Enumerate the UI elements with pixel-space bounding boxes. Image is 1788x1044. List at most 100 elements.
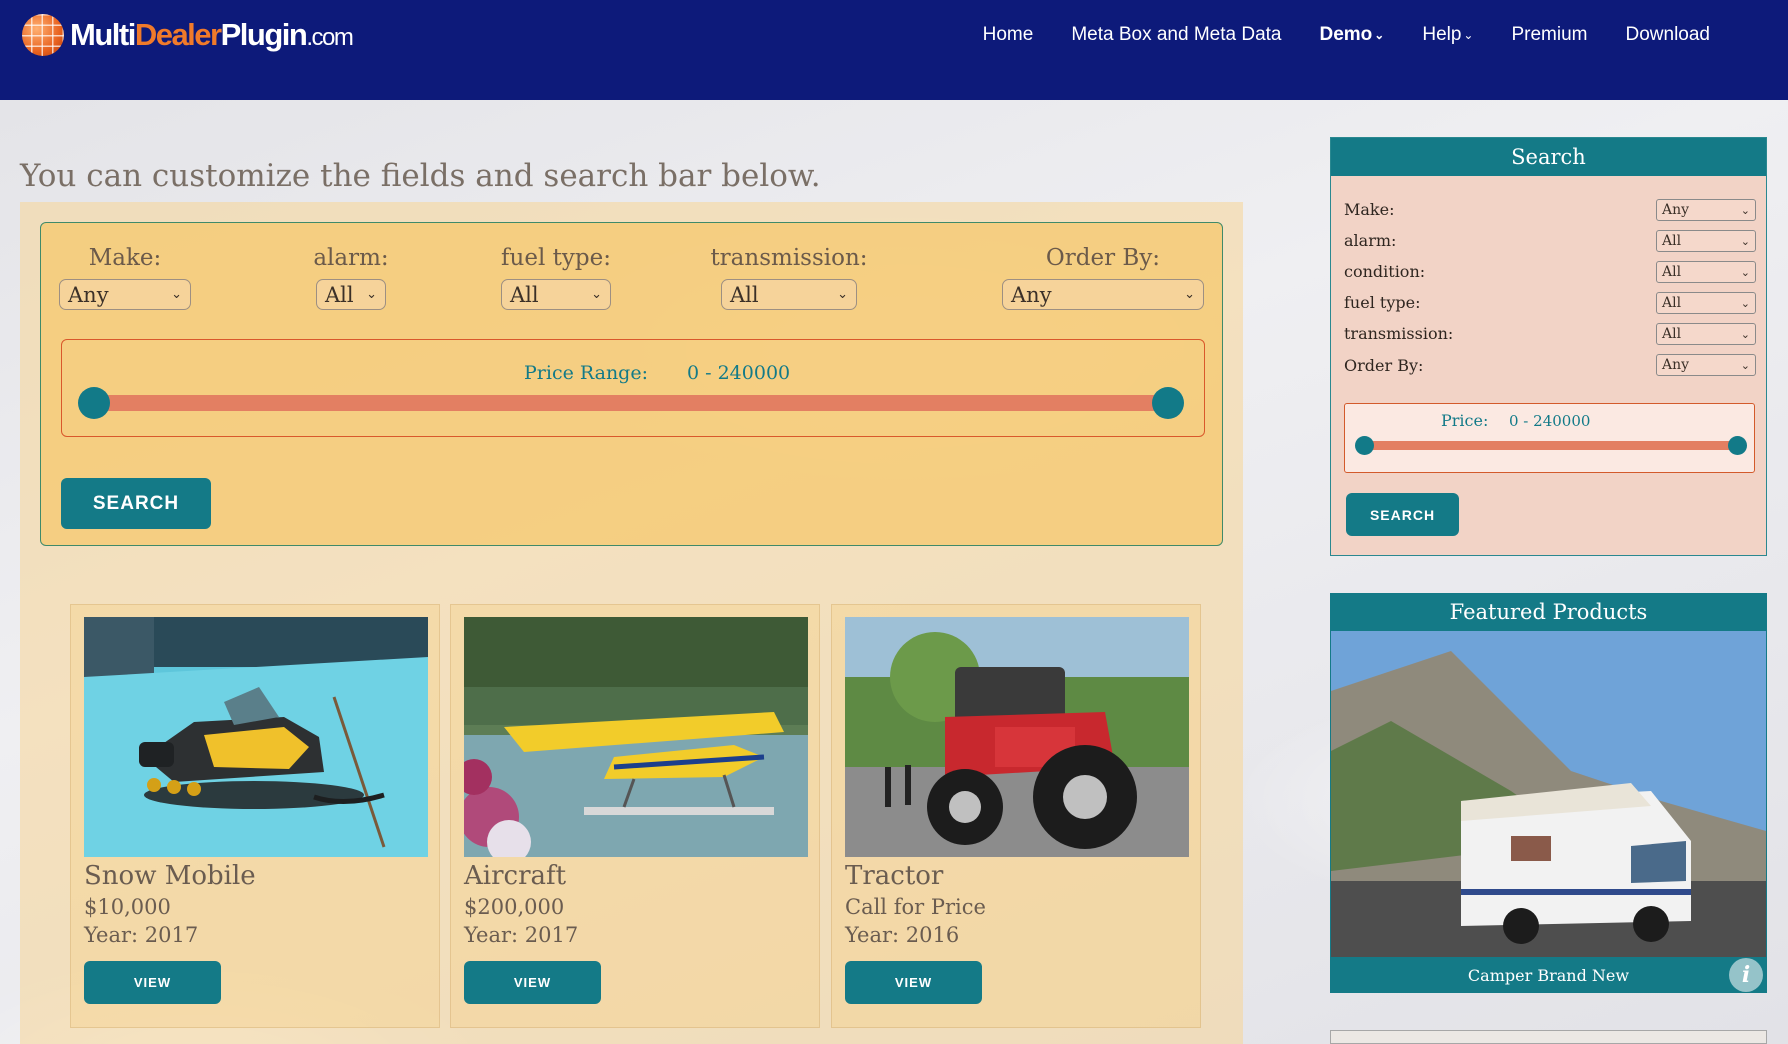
tractor-image[interactable] <box>845 617 1189 857</box>
transmission-select[interactable]: All ⌄ <box>721 279 857 310</box>
price-range-label: Price Range: <box>524 362 648 384</box>
sidebar-transmission-value: All <box>1662 326 1682 342</box>
sidebar-price-slider[interactable] <box>1355 436 1747 455</box>
product-price: $10,000 <box>84 895 171 919</box>
order-by-select-value: Any <box>1011 282 1052 307</box>
sidebar-order-by-select[interactable]: Any ⌄ <box>1656 354 1756 376</box>
sidebar-price-max-handle[interactable] <box>1728 436 1747 455</box>
sidebar-alarm-select[interactable]: All ⌄ <box>1656 230 1756 252</box>
site-logo[interactable]: MultiDealerPlugin.com <box>22 14 354 56</box>
page-intro: You can customize the fields and search … <box>20 158 821 194</box>
sidebar-order-by-value: Any <box>1662 357 1690 373</box>
order-by-field: Order By: Any ⌄ <box>1001 245 1205 310</box>
view-button[interactable]: VIEW <box>84 961 221 1004</box>
price-range-box: Price Range: 0 - 240000 <box>61 339 1205 437</box>
order-by-select[interactable]: Any ⌄ <box>1002 279 1204 310</box>
chevron-down-icon: ⌄ <box>1740 358 1750 372</box>
camper-image[interactable] <box>1331 631 1766 957</box>
product-title[interactable]: Tractor <box>845 861 943 891</box>
sidebar-search-widget: Search Make: Any ⌄ alarm: All ⌄ condition:… <box>1330 137 1767 556</box>
nav-demo[interactable]: Demo ⌄ <box>1319 24 1384 46</box>
nav-meta-box[interactable]: Meta Box and Meta Data <box>1071 24 1281 46</box>
nav-home[interactable]: Home <box>983 24 1034 46</box>
sidebar-condition-select[interactable]: All ⌄ <box>1656 261 1756 283</box>
product-year: Year: 2017 <box>84 923 199 947</box>
sidebar-fuel-type-select[interactable]: All ⌄ <box>1656 292 1756 314</box>
sidebar-transmission-select[interactable]: All ⌄ <box>1656 323 1756 345</box>
nav-home-label: Home <box>982 24 1034 45</box>
featured-products-title: Featured Products <box>1330 593 1767 631</box>
chevron-down-icon: ⌄ <box>366 287 377 302</box>
price-slider[interactable] <box>78 387 1184 419</box>
logo-part-dealer: Dealer <box>134 17 222 52</box>
sidebar-price-box: Price: 0 - 240000 <box>1344 403 1755 473</box>
sidebar-condition-value: All <box>1662 264 1682 280</box>
info-icon[interactable]: i <box>1729 958 1763 992</box>
fuel-type-select[interactable]: All ⌄ <box>501 279 611 310</box>
product-card: Tractor Call for Price Year: 2016 VIEW <box>831 604 1201 1028</box>
nav-download-label: Download <box>1625 24 1711 45</box>
sidebar-price-min-handle[interactable] <box>1355 436 1374 455</box>
product-price: $200,000 <box>464 895 565 919</box>
nav-demo-label: Demo <box>1319 24 1373 45</box>
sidebar-make-select[interactable]: Any ⌄ <box>1656 199 1756 221</box>
sidebar-transmission-label: transmission: <box>1344 324 1454 343</box>
chevron-down-icon: ⌄ <box>1374 28 1385 42</box>
product-title[interactable]: Snow Mobile <box>84 861 256 891</box>
featured-caption[interactable]: Camper Brand New <box>1330 957 1767 993</box>
make-select-value: Any <box>68 282 109 307</box>
next-featured-item <box>1330 1030 1767 1044</box>
snowmobile-image[interactable] <box>84 617 428 857</box>
sidebar-fuel-type-value: All <box>1662 295 1682 311</box>
sidebar-order-by-label: Order By: <box>1344 356 1424 375</box>
chevron-down-icon: ⌄ <box>837 287 848 302</box>
search-form: Make: Any ⌄ alarm: All ⌄ fuel type: All ⌄ t… <box>40 222 1223 546</box>
view-button[interactable]: VIEW <box>464 961 601 1004</box>
product-title[interactable]: Aircraft <box>464 861 566 891</box>
order-by-label: Order By: <box>1045 245 1161 271</box>
price-slider-min-handle[interactable] <box>78 387 110 419</box>
price-slider-max-handle[interactable] <box>1152 387 1184 419</box>
nav-premium-label: Premium <box>1511 24 1588 45</box>
sidebar-price-value: 0 - 240000 <box>1509 412 1591 430</box>
alarm-select[interactable]: All ⌄ <box>316 279 386 310</box>
chevron-down-icon: ⌄ <box>171 287 182 302</box>
product-card: Aircraft $200,000 Year: 2017 VIEW <box>450 604 820 1028</box>
nav-help[interactable]: Help ⌄ <box>1422 24 1473 46</box>
nav-meta-box-label: Meta Box and Meta Data <box>1071 24 1282 45</box>
chevron-down-icon: ⌄ <box>1740 327 1750 341</box>
product-year: Year: 2017 <box>464 923 579 947</box>
view-button[interactable]: VIEW <box>845 961 982 1004</box>
featured-products-widget: Featured Products Camper Brand New i <box>1330 593 1767 993</box>
product-card: Snow Mobile $10,000 Year: 2017 VIEW <box>70 604 440 1028</box>
sidebar-search-button[interactable]: SEARCH <box>1346 493 1459 536</box>
make-field: Make: Any ⌄ <box>59 245 191 310</box>
product-price: Call for Price <box>845 895 986 919</box>
sidebar-make-value: Any <box>1662 202 1690 218</box>
price-range-value: 0 - 240000 <box>687 362 791 384</box>
sidebar-condition-label: condition: <box>1344 262 1426 281</box>
transmission-select-value: All <box>730 282 759 307</box>
alarm-field: alarm: All ⌄ <box>291 245 411 310</box>
make-label: Make: <box>88 245 162 271</box>
logo-part-com: .com <box>306 24 354 51</box>
sidebar-alarm-value: All <box>1662 233 1682 249</box>
aircraft-image[interactable] <box>464 617 808 857</box>
chevron-down-icon: ⌄ <box>1740 296 1750 310</box>
chevron-down-icon: ⌄ <box>1740 234 1750 248</box>
sidebar-alarm-label: alarm: <box>1344 231 1397 250</box>
alarm-select-value: All <box>325 282 354 307</box>
fuel-type-label: fuel type: <box>501 245 611 271</box>
sidebar-make-label: Make: <box>1344 200 1395 219</box>
make-select[interactable]: Any ⌄ <box>59 279 191 310</box>
chevron-down-icon: ⌄ <box>1740 265 1750 279</box>
nav-download[interactable]: Download <box>1626 24 1711 46</box>
sidebar-price-label: Price: <box>1441 411 1489 430</box>
product-year: Year: 2016 <box>845 923 960 947</box>
search-button[interactable]: SEARCH <box>61 478 211 529</box>
transmission-label: transmission: <box>710 245 868 271</box>
chevron-down-icon: ⌄ <box>1463 28 1474 42</box>
fuel-type-select-value: All <box>510 282 539 307</box>
nav-help-label: Help <box>1422 24 1462 45</box>
nav-premium[interactable]: Premium <box>1511 24 1587 46</box>
